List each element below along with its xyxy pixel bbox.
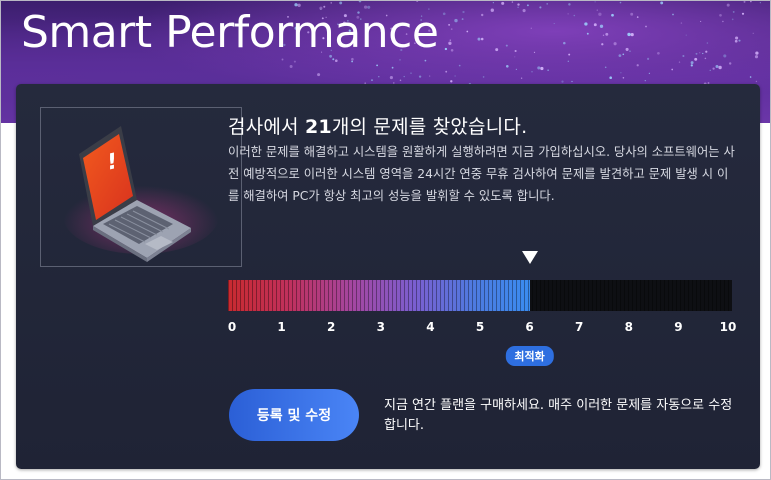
app-title: Smart Performance: [21, 7, 439, 58]
meter-tick-label: 1: [277, 320, 286, 334]
headline-suffix: 개의 문제를 찾았습니다.: [331, 116, 528, 138]
meter-tick-label: 8: [624, 320, 633, 334]
scan-headline: 검사에서 21개의 문제를 찾았습니다.: [228, 112, 748, 139]
meter-tick-label: 2: [327, 320, 336, 334]
register-and-fix-button[interactable]: 등록 및 수정: [229, 389, 359, 441]
laptop-illustration: !: [40, 107, 242, 267]
headline-prefix: 검사에서: [228, 116, 305, 138]
scan-description: 이러한 문제를 해결하고 시스템을 원활하게 실행하려면 지금 가입하십시오. …: [228, 145, 735, 203]
laptop-warning-icon: !: [63, 126, 219, 262]
meter-bar: [228, 280, 732, 311]
meter-marker-icon: [521, 251, 538, 264]
performance-meter: 0 1 2 3 4 5 6 7 8 9 10 최적화: [227, 250, 736, 366]
meter-status-badge: 최적화: [505, 346, 554, 366]
issue-count: 21: [304, 116, 332, 138]
scan-result-card: ! 검사에서 21개의 문제를 찾았습니다. 이러한 문제를 해결하고 시스템을…: [16, 84, 760, 469]
meter-tick-label: 3: [376, 320, 385, 334]
svg-text:!: !: [107, 148, 117, 176]
meter-tick-label: 7: [575, 320, 584, 334]
meter-tick-label: 0: [227, 320, 237, 334]
meter-tick-label: 6: [525, 320, 534, 334]
meter-tick-label: 10: [719, 320, 737, 334]
meter-bar-stripes: [228, 280, 732, 311]
meter-tick-label: 4: [426, 320, 435, 334]
annual-plan-note: 지금 연간 플랜을 구매하세요. 매주 이러한 문제를 자동으로 수정합니다.: [384, 398, 733, 433]
meter-tick-label: 5: [475, 320, 485, 334]
meter-tick-label: 9: [674, 320, 683, 334]
